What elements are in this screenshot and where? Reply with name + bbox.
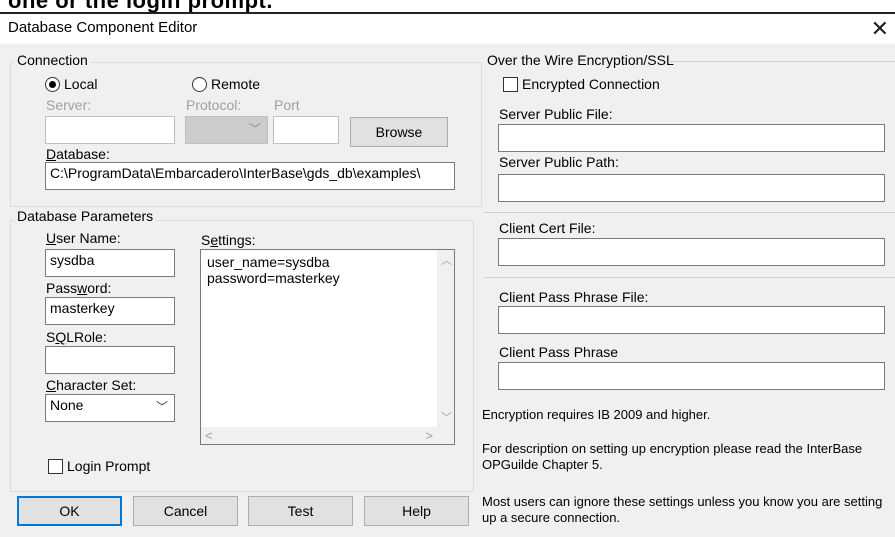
settings-vertical-scrollbar[interactable]: ︿ ﹀ (437, 250, 454, 427)
local-radio[interactable] (45, 77, 60, 92)
database-input[interactable]: C:\ProgramData\Embarcadero\InterBase\gds… (45, 162, 455, 190)
login-prompt-checkbox[interactable] (48, 459, 63, 474)
protocol-label: Protocol: (186, 97, 242, 113)
server-public-file-label: Server Public File: (499, 106, 613, 122)
settings-horizontal-scrollbar[interactable]: < > (201, 427, 437, 444)
browse-button[interactable]: Browse (350, 117, 448, 147)
settings-text: user_name=sysdba password=masterkey (207, 254, 340, 286)
connection-legend: Connection (14, 52, 91, 68)
encryption-guide-note: For description on setting up encryption… (482, 441, 863, 472)
client-pass-phrase-input[interactable] (498, 362, 885, 390)
client-cert-file-label: Client Cert File: (499, 220, 596, 236)
sqlrole-label: SQLRole: (46, 329, 107, 345)
cancel-button[interactable]: Cancel (133, 496, 238, 526)
client-pass-phrase-label: Client Pass Phrase (499, 344, 619, 360)
chevron-down-icon: ﹀ (248, 122, 261, 136)
sqlrole-input[interactable] (45, 346, 175, 374)
username-input[interactable]: sysdba (45, 249, 175, 277)
scroll-left-icon[interactable]: < (205, 428, 213, 443)
title-bar: Database Component Editor ✕ (0, 14, 895, 44)
ssl-legend: Over the Wire Encryption/SSL (484, 52, 677, 68)
client-pass-phrase-file-input[interactable] (498, 306, 885, 334)
encryption-requirement-note: Encryption requires IB 2009 and higher. (482, 407, 711, 422)
encrypted-connection-label[interactable]: Encrypted Connection (522, 76, 660, 92)
ssl-separator-1 (484, 212, 895, 213)
ignore-settings-note: Most users can ignore these settings unl… (482, 494, 883, 525)
scroll-up-icon[interactable]: ︿ (441, 252, 452, 268)
test-button[interactable]: Test (248, 496, 353, 526)
ok-button[interactable]: OK (17, 496, 122, 526)
scroll-down-icon[interactable]: ﹀ (441, 409, 452, 425)
server-input[interactable] (45, 116, 175, 144)
scroll-right-icon[interactable]: > (425, 428, 433, 443)
server-public-file-input[interactable] (498, 124, 885, 152)
charset-select[interactable]: None ﹀ (45, 394, 175, 422)
charset-label: Character Set: (46, 377, 137, 393)
chevron-down-icon: ﹀ (155, 400, 168, 414)
settings-memo[interactable]: user_name=sysdba password=masterkey ︿ ﹀ … (200, 249, 455, 445)
database-label: Database: (46, 146, 110, 162)
window-title: Database Component Editor (8, 19, 198, 36)
protocol-select[interactable]: ﹀ (185, 116, 268, 144)
client-cert-file-input[interactable] (498, 238, 885, 266)
radio-selected-dot (49, 81, 56, 88)
encrypted-connection-checkbox[interactable] (503, 77, 518, 92)
cropped-header-banner: one or the login prompt. (0, 0, 895, 14)
server-public-path-input[interactable] (498, 174, 885, 202)
remote-radio[interactable] (192, 77, 207, 92)
username-label: User Name: (46, 230, 121, 246)
server-public-path-label: Server Public Path: (499, 154, 619, 170)
port-input[interactable] (273, 116, 339, 144)
login-prompt-label[interactable]: Login Prompt (67, 458, 150, 474)
remote-radio-label[interactable]: Remote (211, 76, 260, 92)
client-pass-phrase-file-label: Client Pass Phrase File: (499, 289, 649, 305)
password-input[interactable]: masterkey (45, 297, 175, 325)
server-label: Server: (46, 97, 92, 113)
dialog-body: Connection Local Remote Server: Protocol… (0, 44, 895, 537)
help-button[interactable]: Help (364, 496, 469, 526)
ssl-legend-rule (670, 61, 895, 62)
password-label: Password: (46, 280, 112, 296)
ssl-separator-2 (484, 277, 895, 278)
settings-label: Settings: (201, 232, 256, 248)
charset-value: None (50, 397, 84, 413)
local-radio-label[interactable]: Local (64, 76, 97, 92)
scrollbar-corner (437, 427, 454, 444)
close-icon[interactable]: ✕ (871, 16, 889, 42)
database-parameters-legend: Database Parameters (14, 208, 157, 224)
port-label: Port (274, 97, 300, 113)
